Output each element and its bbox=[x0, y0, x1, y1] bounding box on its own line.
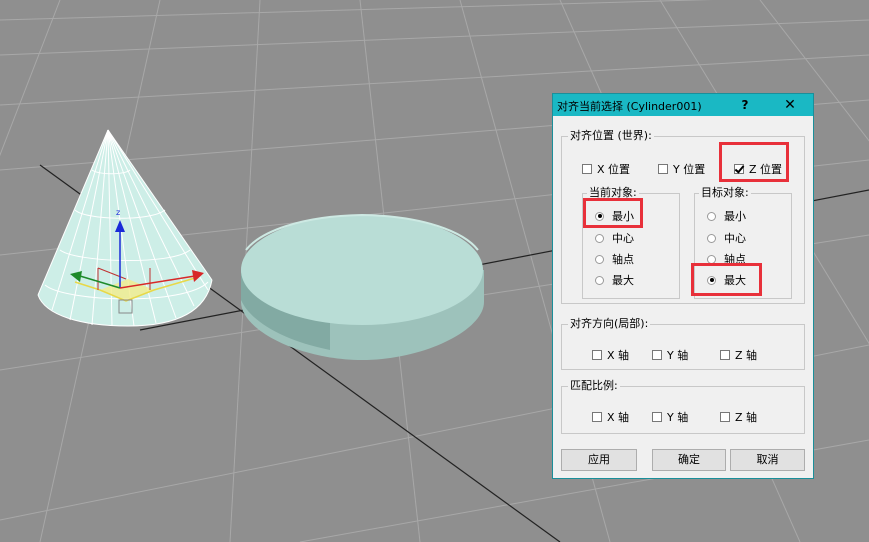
target-object-group: 目标对象: 最小 中心 轴点 最大 bbox=[694, 186, 792, 299]
scale-z-axis-checkbox[interactable]: Z 轴 bbox=[720, 409, 757, 425]
orientation-y-axis-checkbox[interactable]: Y 轴 bbox=[652, 347, 688, 363]
z-position-checkbox-box[interactable] bbox=[734, 164, 744, 174]
current-object-min-radio[interactable]: 最小 bbox=[595, 208, 634, 224]
orientation-x-axis-checkbox[interactable]: X 轴 bbox=[592, 347, 629, 363]
ok-button[interactable]: 确定 bbox=[652, 449, 726, 471]
target-object-pivot-radio-dot[interactable] bbox=[707, 254, 716, 264]
align-position-group: 对齐位置 (世界): X 位置 Y 位置 Z 位置 当前对象: 最小 中心 轴点… bbox=[561, 129, 805, 304]
current-object-center-label: 中心 bbox=[612, 232, 634, 245]
current-object-center-radio-dot[interactable] bbox=[595, 233, 604, 243]
current-object-pivot-radio[interactable]: 轴点 bbox=[595, 251, 634, 267]
target-object-label: 目标对象: bbox=[699, 186, 751, 200]
target-object-max-label: 最大 bbox=[724, 274, 746, 287]
target-object-max-radio[interactable]: 最大 bbox=[707, 272, 746, 288]
current-object-label: 当前对象: bbox=[587, 186, 639, 200]
dialog-titlebar[interactable]: 对齐当前选择 (Cylinder001) ? ✕ bbox=[553, 94, 813, 116]
orientation-x-axis-label: X 轴 bbox=[607, 349, 630, 362]
scale-z-axis-checkbox-box[interactable] bbox=[720, 412, 730, 422]
current-object-max-radio-dot[interactable] bbox=[595, 275, 604, 285]
align-selection-dialog: 对齐当前选择 (Cylinder001) ? ✕ 对齐位置 (世界): X 位置… bbox=[552, 93, 814, 479]
current-object-group: 当前对象: 最小 中心 轴点 最大 bbox=[582, 186, 680, 299]
apply-button[interactable]: 应用 bbox=[561, 449, 637, 471]
target-object-center-radio-dot[interactable] bbox=[707, 233, 716, 243]
scale-y-axis-checkbox[interactable]: Y 轴 bbox=[652, 409, 688, 425]
orientation-z-axis-label: Z 轴 bbox=[735, 349, 758, 362]
cylinder-object[interactable] bbox=[241, 213, 484, 360]
y-position-label: Y 位置 bbox=[673, 163, 706, 176]
current-object-max-label: 最大 bbox=[612, 274, 634, 287]
y-position-checkbox-box[interactable] bbox=[658, 164, 668, 174]
current-object-pivot-radio-dot[interactable] bbox=[595, 254, 604, 264]
orientation-y-axis-checkbox-box[interactable] bbox=[652, 350, 662, 360]
scale-y-axis-checkbox-box[interactable] bbox=[652, 412, 662, 422]
x-position-label: X 位置 bbox=[597, 163, 631, 176]
z-position-checkbox[interactable]: Z 位置 bbox=[734, 161, 782, 177]
match-scale-label: 匹配比例: bbox=[568, 379, 620, 393]
match-scale-group: 匹配比例: X 轴 Y 轴 Z 轴 bbox=[561, 379, 805, 434]
orientation-x-axis-checkbox-box[interactable] bbox=[592, 350, 602, 360]
orientation-z-axis-checkbox-box[interactable] bbox=[720, 350, 730, 360]
target-object-pivot-label: 轴点 bbox=[724, 253, 746, 266]
scale-x-axis-checkbox-box[interactable] bbox=[592, 412, 602, 422]
scale-x-axis-checkbox[interactable]: X 轴 bbox=[592, 409, 629, 425]
align-orientation-label: 对齐方向(局部): bbox=[568, 317, 651, 331]
orientation-y-axis-label: Y 轴 bbox=[667, 349, 689, 362]
target-object-min-label: 最小 bbox=[724, 210, 746, 223]
target-object-center-radio[interactable]: 中心 bbox=[707, 230, 746, 246]
help-button[interactable]: ? bbox=[737, 96, 753, 114]
cancel-button[interactable]: 取消 bbox=[730, 449, 805, 471]
x-position-checkbox[interactable]: X 位置 bbox=[582, 161, 630, 177]
current-object-center-radio[interactable]: 中心 bbox=[595, 230, 634, 246]
align-orientation-group: 对齐方向(局部): X 轴 Y 轴 Z 轴 bbox=[561, 317, 805, 370]
scale-z-axis-label: Z 轴 bbox=[735, 411, 758, 424]
current-object-min-radio-dot[interactable] bbox=[595, 211, 604, 221]
scale-y-axis-label: Y 轴 bbox=[667, 411, 689, 424]
target-object-min-radio-dot[interactable] bbox=[707, 211, 716, 221]
close-button[interactable]: ✕ bbox=[781, 96, 799, 114]
current-object-max-radio[interactable]: 最大 bbox=[595, 272, 634, 288]
align-position-label: 对齐位置 (世界): bbox=[568, 129, 654, 143]
z-position-label: Z 位置 bbox=[749, 163, 783, 176]
target-object-max-radio-dot[interactable] bbox=[707, 275, 716, 285]
target-object-min-radio[interactable]: 最小 bbox=[707, 208, 746, 224]
current-object-pivot-label: 轴点 bbox=[612, 253, 634, 266]
x-position-checkbox-box[interactable] bbox=[582, 164, 592, 174]
gizmo-z-label: z bbox=[116, 208, 120, 217]
target-object-center-label: 中心 bbox=[724, 232, 746, 245]
scale-x-axis-label: X 轴 bbox=[607, 411, 630, 424]
current-object-min-label: 最小 bbox=[612, 210, 634, 223]
dialog-title: 对齐当前选择 (Cylinder001) bbox=[557, 100, 702, 113]
y-position-checkbox[interactable]: Y 位置 bbox=[658, 161, 705, 177]
orientation-z-axis-checkbox[interactable]: Z 轴 bbox=[720, 347, 757, 363]
target-object-pivot-radio[interactable]: 轴点 bbox=[707, 251, 746, 267]
